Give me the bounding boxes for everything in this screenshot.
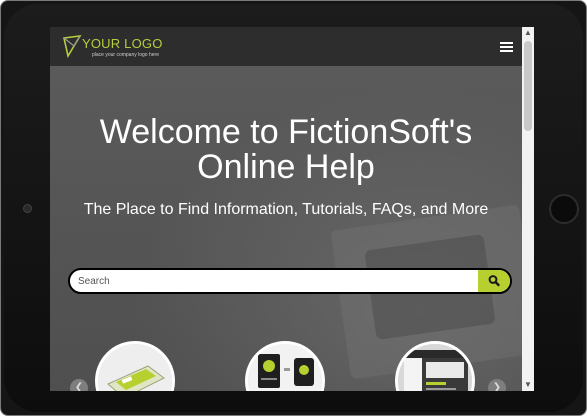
- carousel-item-document-book[interactable]: [245, 341, 325, 391]
- top-navigation-bar: YOUR LOGO place your company logo here: [50, 27, 522, 66]
- camera-icon: [23, 204, 32, 213]
- logo-text: YOUR LOGO: [82, 36, 163, 51]
- hamburger-menu-icon[interactable]: [500, 42, 513, 53]
- carousel-item-software-box[interactable]: [95, 341, 175, 391]
- logo-tagline: place your company logo here: [92, 52, 159, 58]
- company-logo[interactable]: YOUR LOGO place your company logo here: [62, 34, 182, 60]
- logo-mark-icon: [63, 35, 82, 58]
- document-book-thumbnail: [248, 344, 322, 391]
- search-input[interactable]: [70, 270, 478, 292]
- hero-section: YOUR LOGO place your company logo here W…: [50, 27, 522, 391]
- tablet-screen: YOUR LOGO place your company logo here W…: [50, 27, 534, 391]
- feature-carousel: ❮ ❯: [50, 337, 522, 391]
- chevron-right-icon[interactable]: ❯: [488, 379, 506, 391]
- software-box-thumbnail: [98, 344, 172, 391]
- search-button[interactable]: [478, 270, 510, 292]
- search-icon: [488, 275, 500, 287]
- tablet-frame: YOUR LOGO place your company logo here W…: [0, 0, 587, 416]
- scroll-down-icon[interactable]: ▼: [522, 379, 534, 391]
- page-subtitle: The Place to Find Information, Tutorials…: [83, 201, 489, 218]
- search-bar: [68, 268, 512, 294]
- page-title: Welcome to FictionSoft's Online Help: [99, 113, 473, 186]
- home-button: [549, 194, 579, 224]
- app-window-thumbnail: [398, 344, 472, 391]
- scroll-up-icon[interactable]: ▲: [522, 27, 534, 39]
- chevron-left-icon[interactable]: ❮: [70, 379, 88, 391]
- carousel-item-app-window[interactable]: [395, 341, 475, 391]
- vertical-scrollbar[interactable]: ▲ ▼: [522, 27, 534, 391]
- scrollbar-thumb[interactable]: [524, 41, 532, 131]
